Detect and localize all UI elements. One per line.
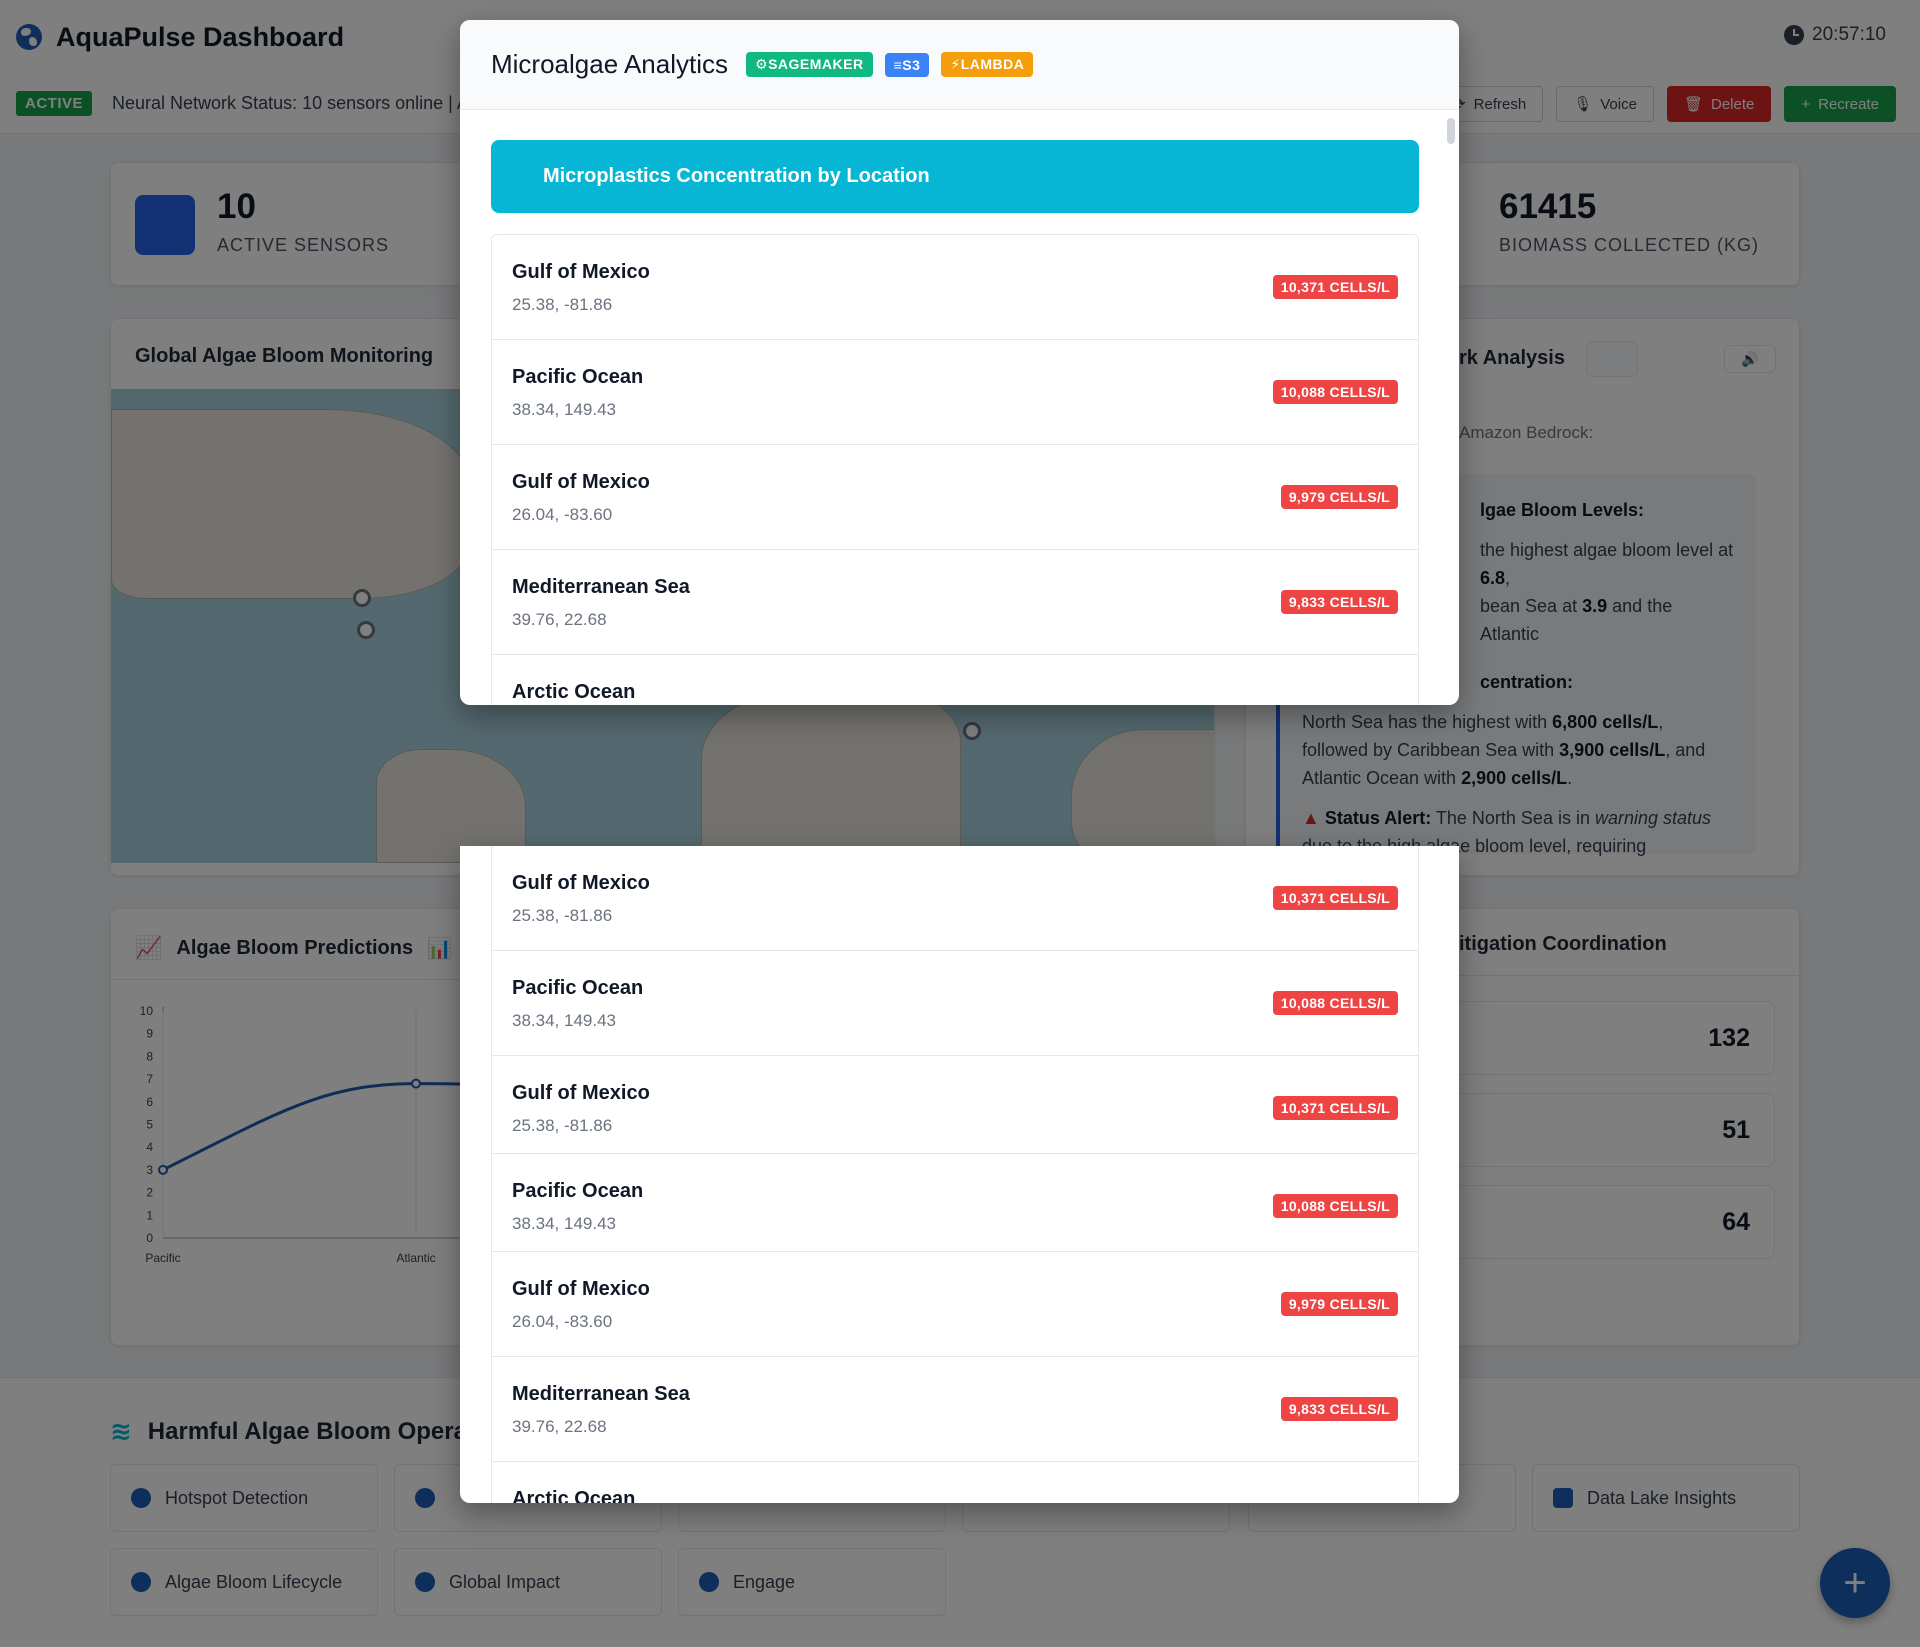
location-name: Pacific Ocean (512, 977, 644, 999)
location-item[interactable]: Mediterranean Sea 39.76, 22.68 9,833 CELLS… (492, 1357, 1418, 1462)
location-coords: 25.38, -81.86 (512, 1116, 613, 1135)
concentration-badge: 10,088 CELLS/L (1272, 1194, 1398, 1218)
tag-label: S3 (902, 56, 921, 73)
sagemaker-tag: ⚙SAGEMAKER (746, 52, 873, 77)
location-item[interactable]: Gulf of Mexico 25.38, -81.86 10,371 CELLS/… (492, 846, 1418, 951)
modal-scrollbar[interactable] (1447, 118, 1455, 144)
location-name: Gulf of Mexico (512, 1082, 650, 1104)
concentration-badge: 9,833 CELLS/L (1280, 590, 1398, 614)
concentration-badge: 10,088 CELLS/L (1272, 991, 1398, 1015)
location-coords: 26.04, -83.60 (512, 505, 613, 524)
robot-icon: ⚙ (755, 56, 769, 72)
location-name: Gulf of Mexico (512, 1278, 650, 1300)
location-coords: 25.38, -81.86 (512, 295, 613, 314)
location-coords: 25.38, -81.86 (512, 906, 613, 925)
concentration-badge: 9,979 CELLS/L (1280, 1292, 1398, 1316)
s3-tag: ≡S3 (884, 52, 930, 77)
location-item[interactable]: Arctic Ocean (492, 1462, 1418, 1503)
location-item[interactable]: Gulf of Mexico 26.04, -83.60 9,979 CELLS/L (492, 445, 1418, 550)
concentration-badge: 9,833 CELLS/L (1280, 1397, 1398, 1421)
location-name: Arctic Ocean (512, 1488, 636, 1503)
tag-label: LAMBDA (960, 56, 1025, 72)
concentration-badge: 10,371 CELLS/L (1272, 1096, 1398, 1120)
concentration-badge: 10,371 CELLS/L (1272, 886, 1398, 910)
bolt-icon: ⚡ (950, 56, 961, 72)
modal-body[interactable]: Microplastics Concentration by Location … (460, 110, 1459, 705)
location-item[interactable]: Pacific Ocean 38.34, 149.43 10,088 CELLS/L (492, 951, 1418, 1056)
tag-label: SAGEMAKER (768, 56, 864, 72)
location-name: Gulf of Mexico (512, 872, 650, 894)
modal-duplicate-render: Gulf of Mexico 25.38, -81.86 10,371 CELLS/… (460, 846, 1459, 1503)
location-coords: 38.34, 149.43 (512, 400, 616, 419)
lambda-tag: ⚡LAMBDA (941, 52, 1034, 77)
concentration-badge: 9,979 CELLS/L (1280, 485, 1398, 509)
modal-header: Microalgae Analytics ⚙SAGEMAKER ≡S3 ⚡LAM… (460, 20, 1459, 110)
database-icon: ≡ (893, 56, 903, 73)
location-item[interactable]: Mediterranean Sea 39.76, 22.68 9,833 CELLS… (492, 550, 1418, 655)
location-item[interactable]: Pacific Ocean 38.34, 149.43 10,088 CELLS/L (492, 1154, 1418, 1252)
location-coords: 39.76, 22.68 (512, 1417, 607, 1436)
location-item[interactable]: Arctic Ocean (492, 655, 1418, 705)
concentration-badge: 10,371 CELLS/L (1272, 275, 1398, 299)
location-item[interactable]: Gulf of Mexico 26.04, -83.60 9,979 CELLS/L (492, 1252, 1418, 1357)
location-coords: 38.34, 149.43 (512, 1214, 616, 1233)
location-name: Mediterranean Sea (512, 1383, 690, 1405)
analytics-modal: Microalgae Analytics ⚙SAGEMAKER ≡S3 ⚡LAM… (460, 20, 1459, 705)
concentration-badge: 10,088 CELLS/L (1272, 380, 1398, 404)
location-item[interactable]: Pacific Ocean 38.34, 149.43 10,088 CELLS/L (492, 340, 1418, 445)
location-name: Mediterranean Sea (512, 576, 690, 598)
location-name: Gulf of Mexico (512, 261, 650, 283)
location-list: Gulf of Mexico 25.38, -81.86 10,371 CELLS/… (491, 846, 1419, 1503)
modal-title: Microalgae Analytics (491, 49, 728, 79)
section-banner: Microplastics Concentration by Location (491, 140, 1419, 213)
location-name: Arctic Ocean (512, 681, 636, 703)
location-name: Gulf of Mexico (512, 471, 650, 493)
location-coords: 38.34, 149.43 (512, 1011, 616, 1030)
location-coords: 26.04, -83.60 (512, 1312, 613, 1331)
location-name: Pacific Ocean (512, 366, 644, 388)
location-name: Pacific Ocean (512, 1180, 644, 1202)
location-list: Gulf of Mexico 25.38, -81.86 10,371 CELLS/… (491, 234, 1419, 705)
location-coords: 39.76, 22.68 (512, 610, 607, 629)
location-item[interactable]: Gulf of Mexico 25.38, -81.86 10,371 CELLS/… (492, 1056, 1418, 1154)
location-item[interactable]: Gulf of Mexico 25.38, -81.86 10,371 CELLS/… (492, 235, 1418, 340)
